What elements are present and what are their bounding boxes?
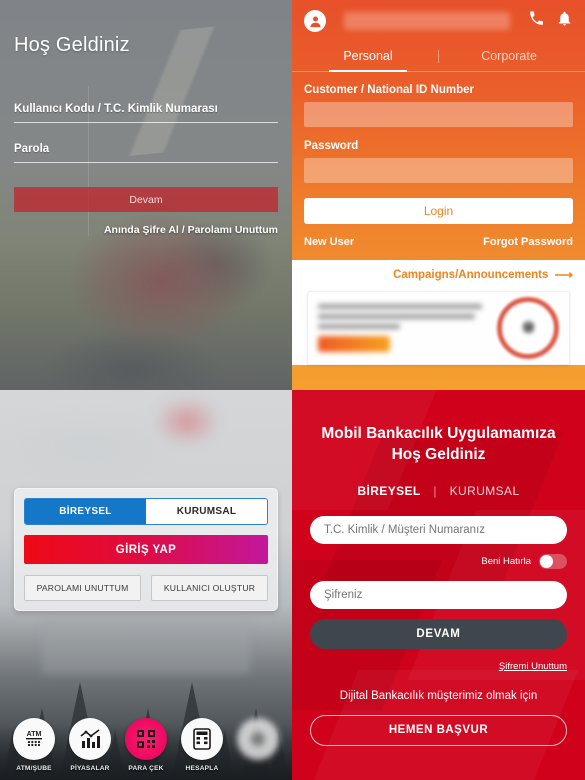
customer-id-label: Customer / National ID Number	[304, 84, 474, 96]
quick-action-markets[interactable]: PİYASALAR	[62, 718, 118, 772]
promo-cta-button[interactable]	[318, 336, 390, 352]
panel-login-winter: BİREYSEL KURUMSAL GİRİŞ YAP PAROLAMI UNU…	[0, 390, 292, 780]
segment-separator: |	[433, 483, 437, 498]
atm-icon: ATM	[13, 718, 55, 760]
forgot-password-link[interactable]: Şifremi Unuttum	[310, 661, 567, 672]
qr-code-icon	[125, 718, 167, 760]
promo-text-blurred	[318, 304, 489, 352]
background-blur-top	[0, 390, 292, 502]
password-label: Password	[304, 140, 359, 152]
blurred-promo-area	[42, 618, 250, 674]
campaigns-section: Campaigns/Announcements ⟶ ※	[292, 260, 585, 365]
remember-me-label: Beni Hatırla	[481, 555, 531, 567]
username-input[interactable]: Kullanıcı Kodu / T.C. Kimlik Numarası	[14, 103, 278, 123]
page-title: Mobil Bankacılık Uygulamamıza Hoş Geldin…	[321, 425, 556, 463]
quick-action-withdraw[interactable]: PARA ÇEK	[118, 718, 174, 772]
submit-button[interactable]: Devam	[14, 187, 278, 212]
account-type-segment: BİREYSEL | KURUMSAL	[310, 484, 567, 498]
tab-corporate[interactable]: Corporate	[439, 42, 579, 71]
bell-icon[interactable]	[556, 10, 573, 32]
create-user-button[interactable]: KULLANICI OLUŞTUR	[151, 575, 268, 601]
segment-bireysel[interactable]: BİREYSEL	[357, 484, 420, 498]
customer-id-input[interactable]	[310, 515, 567, 544]
phone-icon[interactable]	[528, 10, 545, 32]
account-type-segment: BİREYSEL KURUMSAL	[24, 498, 268, 525]
campaigns-link[interactable]: Campaigns/Announcements ⟶	[304, 267, 573, 283]
quick-action-label: ATM/ŞUBE	[16, 765, 52, 772]
panel-login-red: Mobil Bankacılık Uygulamamıza Hoş Geldin…	[292, 390, 585, 780]
account-type-tabs: Personal Corporate	[292, 42, 585, 72]
page-title: Hoş Geldiniz	[14, 34, 130, 56]
password-input[interactable]	[304, 158, 573, 183]
quick-action-atm[interactable]: ATM ATM/ŞUBE	[6, 718, 62, 772]
login-button[interactable]: GİRİŞ YAP	[24, 535, 268, 564]
quick-action-label: HESAPLA	[185, 765, 219, 772]
quick-action-label: PARA ÇEK	[128, 765, 164, 772]
panel-login-orange: Personal Corporate Customer / National I…	[292, 0, 585, 390]
segment-kurumsal[interactable]: KURUMSAL	[450, 484, 520, 498]
remember-me-row: Beni Hatırla	[310, 553, 567, 569]
forgot-password-link[interactable]: Forgot Password	[483, 236, 573, 248]
password-input[interactable]	[310, 580, 567, 609]
calculator-icon	[181, 718, 223, 760]
top-bar	[292, 0, 585, 42]
quick-action-calculate[interactable]: HESAPLA	[174, 718, 230, 772]
svg-text:ATM: ATM	[27, 731, 42, 738]
toggle-knob	[540, 554, 553, 568]
arrow-right-icon: ⟶	[554, 267, 573, 282]
user-avatar-icon[interactable]	[304, 10, 326, 32]
new-user-link[interactable]: New User	[304, 236, 354, 248]
chart-icon	[69, 718, 111, 760]
apply-pitch-text: Dijital Bankacılık müşterimiz olmak için	[339, 689, 538, 702]
tab-personal[interactable]: Personal	[298, 42, 438, 72]
password-input[interactable]: Parola	[14, 143, 278, 163]
segment-kurumsal[interactable]: KURUMSAL	[146, 499, 267, 524]
login-card: BİREYSEL KURUMSAL GİRİŞ YAP PAROLAMI UNU…	[14, 488, 278, 611]
bank-logo	[344, 12, 510, 30]
remember-me-toggle[interactable]	[539, 553, 567, 569]
submit-button[interactable]: DEVAM	[310, 618, 567, 649]
apply-now-button[interactable]: HEMEN BAŞVUR	[310, 714, 567, 746]
quick-action-label: PİYASALAR	[70, 765, 110, 772]
forgot-password-button[interactable]: PAROLAMI UNUTTUM	[24, 575, 141, 601]
login-button[interactable]: Login	[304, 198, 573, 224]
customer-id-input[interactable]	[304, 102, 573, 127]
blurred-icon	[237, 718, 279, 760]
quick-action-blurred[interactable]	[230, 718, 286, 765]
forgot-password-link[interactable]: Anında Şifre Al / Parolamı Unuttum	[14, 224, 278, 236]
promo-logo-icon: ※	[497, 297, 559, 359]
panel-login-photo-overlay: Hoş Geldiniz Kullanıcı Kodu / T.C. Kimli…	[0, 0, 292, 390]
promo-card[interactable]: ※	[307, 291, 570, 365]
campaigns-label: Campaigns/Announcements	[393, 269, 549, 281]
quick-action-bar: ATM ATM/ŞUBE PİYASALAR PARA ÇEK HESAPLA	[0, 718, 292, 772]
segment-bireysel[interactable]: BİREYSEL	[25, 499, 146, 524]
